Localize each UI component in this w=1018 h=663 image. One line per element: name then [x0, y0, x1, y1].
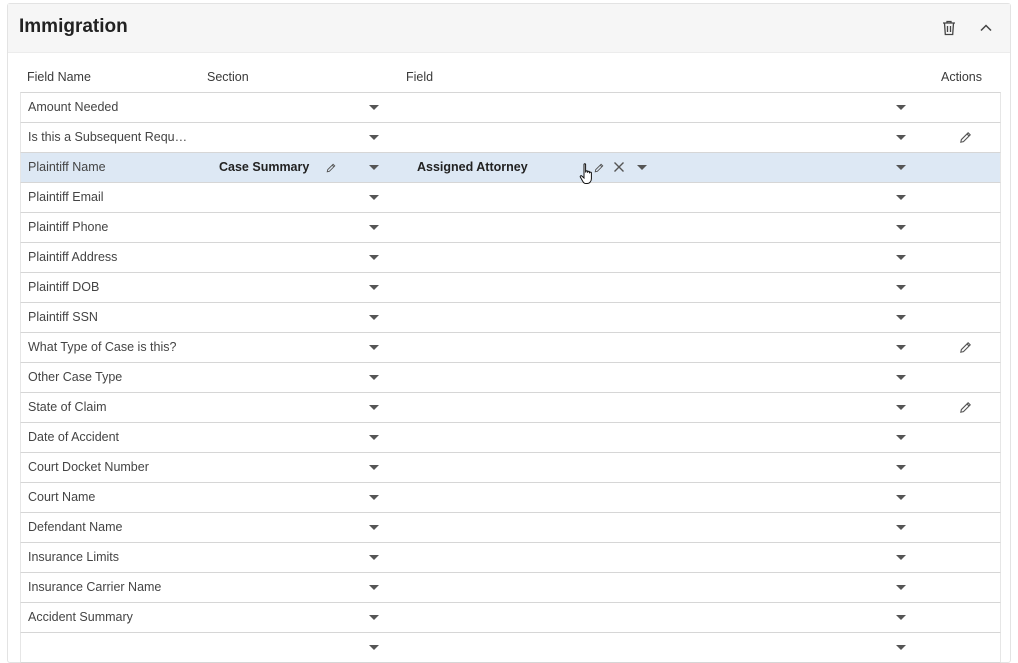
field-name-cell: Plaintiff DOB: [28, 280, 100, 294]
field-dropdown-caret-icon[interactable]: [896, 165, 906, 170]
field-dropdown-caret-icon[interactable]: [896, 105, 906, 110]
field-dropdown-caret-icon[interactable]: [896, 435, 906, 440]
field-name-cell: Insurance Limits: [28, 550, 120, 564]
section-dropdown-caret-icon[interactable]: [369, 585, 379, 590]
section-dropdown-caret-icon[interactable]: [369, 285, 379, 290]
section-dropdown-caret-icon[interactable]: [369, 435, 379, 440]
edit-row-icon[interactable]: [958, 400, 973, 415]
table-body: Amount Needed Is this a Subsequent Requ… P…: [20, 92, 1001, 663]
panel-title: Immigration: [19, 16, 128, 37]
table-row[interactable]: Court Name: [20, 483, 1001, 513]
table-row[interactable]: Other Case Type: [20, 363, 1001, 393]
section-dropdown-caret-icon[interactable]: [369, 555, 379, 560]
field-name-cell: Other Case Type: [28, 370, 123, 384]
table-row[interactable]: Amount Needed: [20, 92, 1001, 123]
table-row[interactable]: Defendant Name: [20, 513, 1001, 543]
table-row[interactable]: Plaintiff Phone: [20, 213, 1001, 243]
field-name-cell: Plaintiff Phone: [28, 220, 109, 234]
section-dropdown-caret-icon[interactable]: [369, 465, 379, 470]
field-dropdown-caret-icon[interactable]: [896, 465, 906, 470]
section-value: Case Summary: [219, 160, 310, 174]
table-row[interactable]: Date of Accident: [20, 423, 1001, 453]
table-row[interactable]: What Type of Case is this?: [20, 333, 1001, 363]
field-name-cell: Plaintiff Name: [28, 160, 106, 174]
field-name-cell: Date of Accident: [28, 430, 120, 444]
chevron-up-icon[interactable]: [976, 18, 996, 38]
table-row[interactable]: Insurance Limits: [20, 543, 1001, 573]
field-dropdown-caret-icon[interactable]: [896, 225, 906, 230]
field-name-cell: Insurance Carrier Name: [28, 580, 162, 594]
section-dropdown-caret-icon[interactable]: [369, 405, 379, 410]
table-row[interactable]: Plaintiff Name Case Summary Assigned Attor…: [20, 153, 1001, 183]
edit-row-icon[interactable]: [958, 130, 973, 145]
trash-icon[interactable]: [939, 18, 959, 38]
table-row[interactable]: Court Docket Number: [20, 453, 1001, 483]
field-dropdown-caret-icon[interactable]: [896, 645, 906, 650]
field-name-cell: Court Docket Number: [28, 460, 149, 474]
field-dropdown-caret-icon[interactable]: [896, 135, 906, 140]
section-dropdown-caret-icon[interactable]: [369, 525, 379, 530]
section-dropdown-caret-icon[interactable]: [369, 105, 379, 110]
section-dropdown-caret-icon[interactable]: [369, 135, 379, 140]
field-name-cell: Accident Summary: [28, 610, 133, 624]
field-name-cell: State of Claim: [28, 400, 107, 414]
immigration-panel: Immigration Field Name Section Field Act…: [7, 3, 1011, 663]
section-dropdown-caret-icon[interactable]: [369, 495, 379, 500]
field-name-cell: Court Name: [28, 490, 96, 504]
edit-row-icon[interactable]: [958, 340, 973, 355]
section-dropdown-caret-icon[interactable]: [369, 375, 379, 380]
field-dropdown-caret-icon[interactable]: [896, 615, 906, 620]
field-dropdown-caret-icon[interactable]: [896, 285, 906, 290]
field-value: Assigned Attorney: [417, 160, 528, 174]
field-dropdown-caret-icon[interactable]: [896, 405, 906, 410]
section-dropdown-caret-icon[interactable]: [369, 195, 379, 200]
field-name-cell: Amount Needed: [28, 100, 119, 114]
section-dropdown-caret-icon[interactable]: [369, 165, 379, 170]
field-dropdown-caret-icon[interactable]: [896, 255, 906, 260]
field-dropdown-caret-icon[interactable]: [896, 345, 906, 350]
field-dropdown-caret-icon[interactable]: [896, 315, 906, 320]
section-dropdown-caret-icon[interactable]: [369, 315, 379, 320]
column-header-section[interactable]: Section: [207, 70, 249, 84]
table-row[interactable]: Plaintiff Address: [20, 243, 1001, 273]
edit-field-icon[interactable]: [593, 161, 605, 173]
table-row[interactable]: Insurance Carrier Name: [20, 573, 1001, 603]
table-header: Field Name Section Field Actions: [8, 70, 1010, 92]
section-dropdown-caret-icon[interactable]: [369, 615, 379, 620]
section-dropdown-caret-icon[interactable]: [369, 225, 379, 230]
field-dropdown-caret-icon[interactable]: [896, 495, 906, 500]
table-row[interactable]: Is this a Subsequent Requ…: [20, 123, 1001, 153]
table-row[interactable]: Plaintiff SSN: [20, 303, 1001, 333]
column-header-actions: Actions: [941, 70, 982, 84]
field-dropdown-caret-icon[interactable]: [896, 525, 906, 530]
section-dropdown-caret-icon[interactable]: [369, 645, 379, 650]
section-dropdown-caret-icon[interactable]: [369, 255, 379, 260]
table-row[interactable]: Accident Summary: [20, 603, 1001, 633]
field-dropdown-caret-icon[interactable]: [896, 375, 906, 380]
panel-header: Immigration: [8, 4, 1010, 53]
field-dropdown-caret-icon[interactable]: [896, 585, 906, 590]
field-dropdown-caret-icon[interactable]: [896, 555, 906, 560]
field-name-cell: Plaintiff SSN: [28, 310, 98, 324]
table-row[interactable]: Plaintiff Email: [20, 183, 1001, 213]
field-name-cell: Plaintiff Address: [28, 250, 118, 264]
table-row[interactable]: Plaintiff DOB: [20, 273, 1001, 303]
field-dropdown-caret-icon[interactable]: [896, 195, 906, 200]
field-name-cell: Plaintiff Email: [28, 190, 104, 204]
field-name-cell: What Type of Case is this?: [28, 340, 177, 354]
column-header-field-name[interactable]: Field Name: [27, 70, 91, 84]
column-header-field[interactable]: Field: [406, 70, 433, 84]
field-value-dropdown-caret-icon[interactable]: [637, 165, 647, 170]
section-dropdown-caret-icon[interactable]: [369, 345, 379, 350]
field-name-cell: Is this a Subsequent Requ…: [28, 130, 188, 144]
field-name-cell: Defendant Name: [28, 520, 123, 534]
edit-section-icon[interactable]: [325, 161, 337, 173]
table-row[interactable]: State of Claim: [20, 393, 1001, 423]
clear-field-icon[interactable]: [612, 160, 626, 174]
